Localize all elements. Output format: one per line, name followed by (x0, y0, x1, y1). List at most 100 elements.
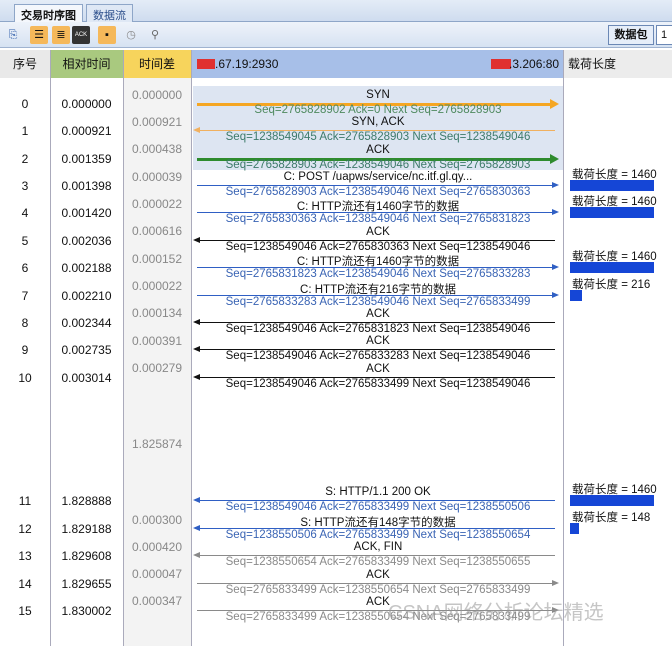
message-label[interactable]: SYN, ACK (193, 116, 563, 128)
row-number: 14 (18, 577, 32, 591)
time-delta: 0.000047 (131, 567, 183, 581)
row-number: 9 (21, 343, 29, 357)
row-number: 13 (18, 549, 32, 563)
time-delta: 1.825874 (131, 437, 183, 451)
client-endpoint: .67.19:2930 (215, 57, 279, 71)
export-icon[interactable]: ⎘ (4, 26, 22, 44)
relative-time: 1.829608 (61, 549, 112, 563)
packet-button[interactable]: 数据包 (608, 25, 654, 45)
redacted-block (197, 59, 215, 69)
time-delta: 0.000616 (131, 224, 183, 238)
message-label[interactable]: ACK (193, 308, 563, 320)
row-number: 7 (21, 289, 29, 303)
seq-info: Seq=1238549046 Ack=2765833499 Next Seq=1… (225, 501, 531, 513)
message-label[interactable]: C: POST /uapws/service/nc.itf.gl.qy... (193, 171, 563, 183)
seq-info: Seq=1238549045 Ack=2765828903 Next Seq=1… (225, 131, 531, 143)
header-rel-time[interactable]: 相对时间 (50, 50, 123, 78)
payload-label: 载荷长度 = 216 (572, 279, 651, 291)
relative-time: 0.002735 (61, 343, 112, 357)
seq-info: Seq=1238549046 Ack=2765831823 Next Seq=1… (225, 323, 531, 335)
time-delta: 0.000039 (131, 170, 183, 184)
message-label[interactable]: S: HTTP/1.1 200 OK (193, 486, 563, 498)
header-delta[interactable]: 时间差 (123, 50, 191, 78)
list-detail-icon[interactable]: ≣ (52, 26, 70, 44)
row-number: 15 (18, 604, 32, 618)
message-label[interactable]: ACK (193, 335, 563, 347)
header-payload[interactable]: 载荷长度 (563, 50, 672, 78)
seq-info: Seq=2765828903 Ack=1238549046 Next Seq=2… (225, 159, 531, 171)
time-delta: 0.000347 (131, 594, 183, 608)
row-number: 4 (21, 206, 29, 220)
seq-info: Seq=2765831823 Ack=1238549046 Next Seq=2… (225, 268, 531, 280)
tab-transaction-sequence[interactable]: 交易时序图 (14, 4, 83, 22)
row-number: 3 (21, 179, 29, 193)
row-number: 1 (21, 124, 29, 138)
seq-info: Seq=2765828903 Ack=1238549046 Next Seq=2… (225, 186, 531, 198)
row-number: 10 (18, 371, 32, 385)
time-delta: 0.000300 (131, 513, 183, 527)
time-delta: 0.000438 (131, 142, 183, 156)
relative-time: 0.002344 (61, 316, 112, 330)
relative-time: 1.830002 (61, 604, 112, 618)
seq-info: Seq=1238550506 Ack=2765833499 Next Seq=1… (225, 529, 531, 541)
seq-info: Seq=2765833283 Ack=1238549046 Next Seq=2… (225, 296, 531, 308)
relative-time: 1.828888 (61, 494, 112, 508)
relative-time: 0.001398 (61, 179, 112, 193)
row-number: 5 (21, 234, 29, 248)
message-label[interactable]: ACK (193, 144, 563, 156)
color-icon[interactable]: ▪ (98, 26, 116, 44)
payload-label: 载荷长度 = 148 (572, 512, 651, 524)
message-label[interactable]: ACK (193, 363, 563, 375)
ack-icon[interactable]: ACK (72, 26, 90, 44)
server-endpoint: .3.206:80 (509, 57, 560, 71)
message-label[interactable]: SYN (193, 89, 563, 101)
clock-icon[interactable]: ◷ (122, 26, 140, 44)
tab-data-stream[interactable]: 数据流 (86, 4, 133, 22)
seq-info: Seq=2765828902 Ack=0 Next Seq=2765828903 (254, 104, 502, 116)
message-label[interactable]: ACK (193, 569, 563, 581)
seq-info: Seq=1238549046 Ack=2765833283 Next Seq=1… (225, 350, 531, 362)
time-delta: 0.000152 (131, 252, 183, 266)
relative-time: 0.000000 (61, 97, 112, 111)
time-delta: 0.000000 (131, 88, 183, 102)
time-delta: 0.000279 (131, 361, 183, 375)
relative-time: 1.829655 (61, 577, 112, 591)
row-number: 8 (21, 316, 29, 330)
payload-bar (570, 262, 654, 273)
message-label[interactable]: ACK (193, 226, 563, 238)
time-delta: 0.000022 (131, 197, 183, 211)
row-number: 12 (18, 522, 32, 536)
relative-time: 0.003014 (61, 371, 112, 385)
seq-info: Seq=2765830363 Ack=1238549046 Next Seq=2… (225, 213, 531, 225)
row-number: 6 (21, 261, 29, 275)
packet-value[interactable]: 1 (656, 25, 672, 45)
relative-time: 0.002188 (61, 261, 112, 275)
relative-time: 0.001420 (61, 206, 112, 220)
list-icon[interactable]: ☰ (30, 26, 48, 44)
relative-time: 0.002036 (61, 234, 112, 248)
header-endpoints: .67.19:2930 .3.206:80 (191, 50, 563, 78)
payload-bar (570, 523, 579, 534)
payload-bar (570, 495, 654, 506)
row-number: 11 (18, 494, 32, 508)
seq-info: Seq=1238549046 Ack=2765830363 Next Seq=1… (225, 241, 531, 253)
relative-time: 0.000921 (61, 124, 112, 138)
payload-bar (570, 290, 583, 301)
redacted-block (491, 59, 511, 69)
header-seq[interactable]: 序号 (0, 50, 50, 78)
time-delta: 0.000420 (131, 540, 183, 554)
seq-info: Seq=1238549046 Ack=2765833499 Next Seq=1… (225, 378, 531, 390)
relative-time: 1.829188 (61, 522, 112, 536)
seq-info: Seq=1238550654 Ack=2765833499 Next Seq=1… (225, 556, 531, 568)
relative-time: 0.001359 (61, 152, 112, 166)
time-delta: 0.000134 (131, 306, 183, 320)
time-delta: 0.000391 (131, 334, 183, 348)
message-label[interactable]: ACK, FIN (193, 541, 563, 553)
time-delta: 0.000921 (131, 115, 183, 129)
row-number: 2 (21, 152, 29, 166)
tab-bar: 交易时序图 数据流 (0, 0, 672, 22)
search-icon[interactable]: ⚲ (146, 26, 164, 44)
payload-bar (570, 180, 654, 191)
watermark: CSNA网络分析论坛精选 (388, 602, 604, 624)
row-number: 0 (21, 97, 29, 111)
